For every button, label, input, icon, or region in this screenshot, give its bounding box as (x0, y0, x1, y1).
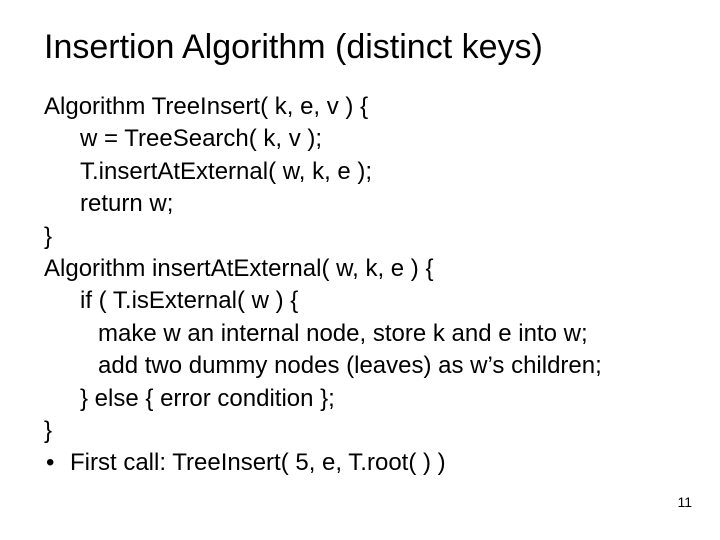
bullet-text: First call: TreeInsert( 5, e, T.root( ) … (70, 447, 446, 479)
slide-body: Algorithm TreeInsert( k, e, v ) { w = Tr… (44, 91, 676, 480)
code-line: make w an internal node, store k and e i… (44, 318, 676, 350)
code-line: Algorithm TreeInsert( k, e, v ) { (44, 91, 676, 123)
code-line: T.insertAtExternal( w, k, e ); (44, 156, 676, 188)
slide-title: Insertion Algorithm (distinct keys) (44, 28, 676, 67)
code-line: } (44, 415, 676, 447)
bullet-icon: • (44, 447, 70, 479)
slide: Insertion Algorithm (distinct keys) Algo… (0, 0, 720, 540)
page-number: 11 (677, 494, 692, 510)
code-line: } else { error condition }; (44, 383, 676, 415)
code-line: return w; (44, 188, 676, 220)
code-line: w = TreeSearch( k, v ); (44, 123, 676, 155)
code-line: add two dummy nodes (leaves) as w’s chil… (44, 350, 676, 382)
code-line: if ( T.isExternal( w ) { (44, 285, 676, 317)
code-line: } (44, 221, 676, 253)
bullet-line: • First call: TreeInsert( 5, e, T.root( … (44, 447, 676, 479)
code-line: Algorithm insertAtExternal( w, k, e ) { (44, 253, 676, 285)
